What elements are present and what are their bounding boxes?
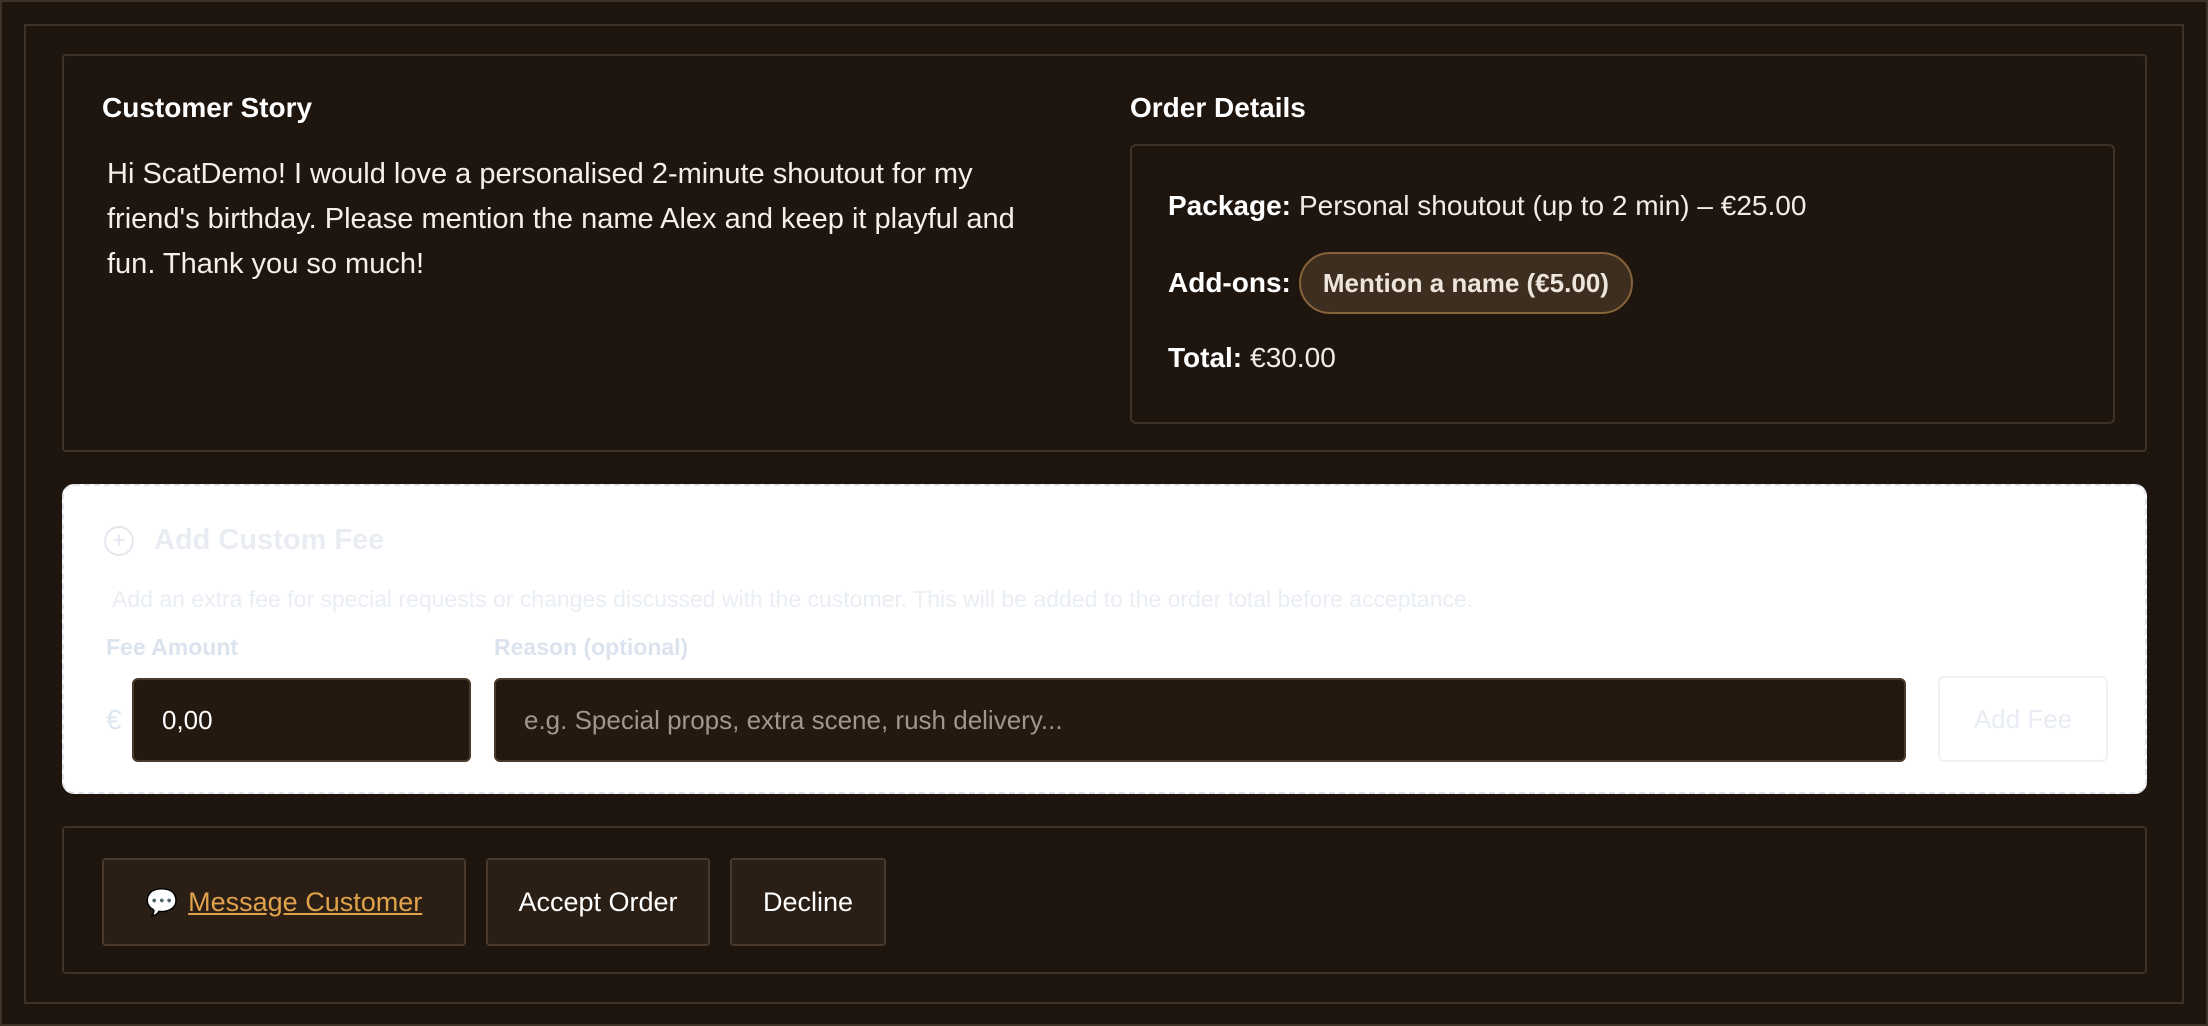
order-details-title: Order Details xyxy=(1130,92,1306,123)
custom-fee-header: + Add Custom Fee xyxy=(104,524,384,557)
speech-bubble-icon: 💬 xyxy=(145,886,179,917)
plus-circle-icon: + xyxy=(104,525,134,556)
package-value: Personal shoutout (up to 2 min) – €25.00 xyxy=(1298,190,1807,221)
add-fee-button[interactable]: Add Fee xyxy=(1938,676,2108,762)
actions-card: 💬 Message Customer Accept Order Decline xyxy=(62,826,2147,974)
addons-label: Add-ons: xyxy=(1168,267,1291,298)
reason-label: Reason (optional) xyxy=(494,634,689,660)
customer-story-title: Customer Story xyxy=(102,92,313,123)
accept-order-button[interactable]: Accept Order xyxy=(486,858,710,946)
custom-fee-title: Add Custom Fee xyxy=(154,524,385,556)
package-label: Package: xyxy=(1168,190,1291,221)
addon-pill: Mention a name (€5.00) xyxy=(1298,252,1633,314)
order-details-box: Package: Personal shoutout (up to 2 min)… xyxy=(1130,144,2115,424)
message-customer-label[interactable]: Message Customer xyxy=(188,887,422,918)
custom-fee-description: Add an extra fee for special requests or… xyxy=(112,586,1474,612)
custom-fee-card: + Add Custom Fee Add an extra fee for sp… xyxy=(62,484,2147,794)
addons-line: Add-ons: Mention a name (€5.00) xyxy=(1168,252,1633,314)
total-value: €30.00 xyxy=(1250,342,1336,373)
fee-amount-input[interactable]: 0,00 xyxy=(132,678,471,762)
decline-button[interactable]: Decline xyxy=(730,858,886,946)
order-summary-card: Customer Story Hi ScatDemo! I would love… xyxy=(62,54,2147,452)
fee-amount-label: Fee Amount xyxy=(106,634,239,660)
package-line: Package: Personal shoutout (up to 2 min)… xyxy=(1168,190,1806,222)
customer-story-text: Hi ScatDemo! I would love a personalised… xyxy=(107,158,1015,280)
total-line: Total: €30.00 xyxy=(1168,342,1336,374)
currency-symbol: € xyxy=(106,704,122,735)
total-label: Total: xyxy=(1168,342,1243,373)
reason-input[interactable]: e.g. Special props, extra scene, rush de… xyxy=(494,678,1906,762)
message-customer-button[interactable]: 💬 Message Customer xyxy=(102,858,466,946)
